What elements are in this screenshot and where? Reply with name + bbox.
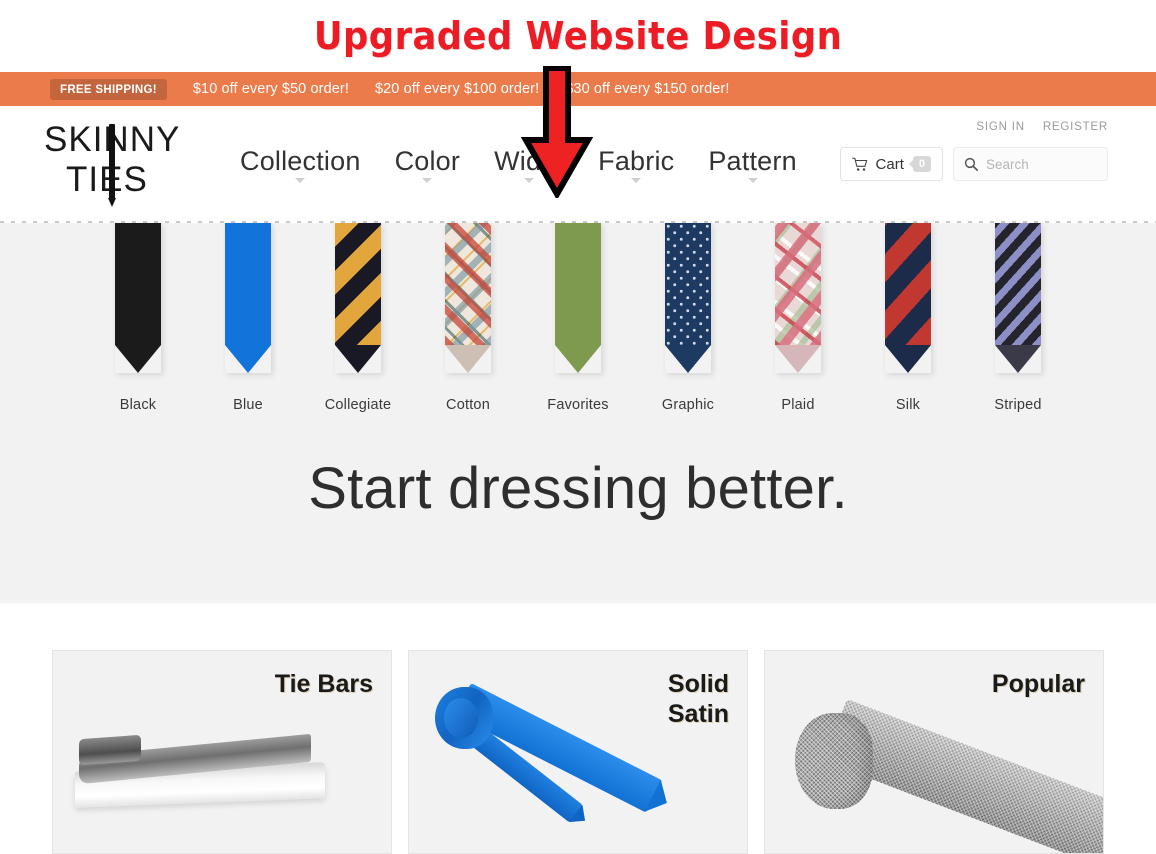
nav-item-pattern[interactable]: Pattern [708,146,797,183]
tie-thumbnail [885,223,931,373]
tie-thumbnail [115,223,161,373]
tie-thumbnail [225,223,271,373]
category-silk[interactable]: Silk [856,223,961,413]
promo-card-title-line-1: Solid [667,670,729,698]
category-label: Cotton [446,397,490,413]
tie-thumbnail [335,223,381,373]
chevron-down-icon [295,178,306,183]
register-link[interactable]: REGISTER [1043,121,1108,133]
tie-thumbnail [445,223,491,373]
category-label: Plaid [781,397,815,413]
annotation-title: Upgraded Website Design [0,0,1156,72]
account-links: SIGN IN REGISTER [976,121,1108,133]
category-graphic[interactable]: Graphic [636,223,741,413]
cart-button[interactable]: Cart 0 [839,147,943,181]
hero-headline: Start dressing better. [308,456,848,521]
search-box[interactable] [953,147,1108,181]
promo-offer-2: $20 off every $100 order! [374,81,540,97]
tie-thumbnail [665,223,711,373]
promo-cards: Tie Bars Solid Satin Popular [0,650,1156,854]
nav-label: Fabric [598,146,675,176]
hero-section: Start dressing better. [0,455,1156,522]
nav-label: Collection [240,146,361,176]
header-actions: Cart 0 [839,147,1108,181]
free-shipping-badge: FREE SHIPPING! [50,78,167,100]
category-blue[interactable]: Blue [196,223,301,413]
nav-item-collection[interactable]: Collection [240,146,361,183]
promo-card-title: Tie Bars [274,670,373,698]
tie-thumbnail [555,223,601,373]
promo-card-title: Solid Satin [668,669,729,729]
category-collegiate[interactable]: Collegiate [306,223,411,413]
promo-card-solid-satin[interactable]: Solid Satin [408,650,748,854]
category-label: Blue [233,397,263,413]
category-cotton[interactable]: Cotton [416,223,521,413]
tie-icon [108,124,116,207]
cart-count-badge: 0 [912,156,931,172]
nav-item-color[interactable]: Color [394,146,461,183]
nav-item-fabric[interactable]: Fabric [598,146,675,183]
category-label: Collegiate [324,397,392,413]
annotation-title-text: Upgraded Website Design [313,14,843,58]
category-plaid[interactable]: Plaid [746,223,851,413]
promo-card-title-line-2: Satin [667,700,729,728]
category-favorites[interactable]: Favorites [526,223,631,413]
category-row: Black Blue Collegiate Cotton Favorites G… [0,223,1156,413]
chevron-down-icon [631,178,642,183]
site-logo[interactable]: SKINNY TIES [44,120,184,207]
promo-card-tie-bars[interactable]: Tie Bars [52,650,392,854]
category-label: Black [119,397,157,413]
annotation-arrow-icon [521,66,593,198]
sign-in-link[interactable]: SIGN IN [976,121,1024,133]
promo-card-title: Popular [991,670,1085,698]
tie-thumbnail [995,223,1041,373]
category-label: Silk [895,397,921,413]
main-nav: Collection Color Width Fabric Pattern [240,146,797,183]
category-black[interactable]: Black [86,223,191,413]
category-label: Favorites [547,397,609,413]
category-label: Graphic [661,397,715,413]
search-icon [964,157,978,171]
cart-label: Cart [875,155,904,173]
promo-card-popular[interactable]: Popular [764,650,1104,854]
nav-label: Pattern [708,146,797,176]
cart-icon [851,157,867,171]
tie-thumbnail [775,223,821,373]
page-root: Upgraded Website Design FREE SHIPPING! $… [0,0,1156,854]
chevron-down-icon [747,178,758,183]
category-striped[interactable]: Striped [966,223,1071,413]
category-label: Striped [994,397,1042,413]
category-strip: Black Blue Collegiate Cotton Favorites G… [0,223,1156,603]
nav-label: Color [394,146,461,176]
promo-offer-1: $10 off every $50 order! [192,81,349,97]
search-input[interactable] [986,156,1096,172]
chevron-down-icon [422,178,433,183]
